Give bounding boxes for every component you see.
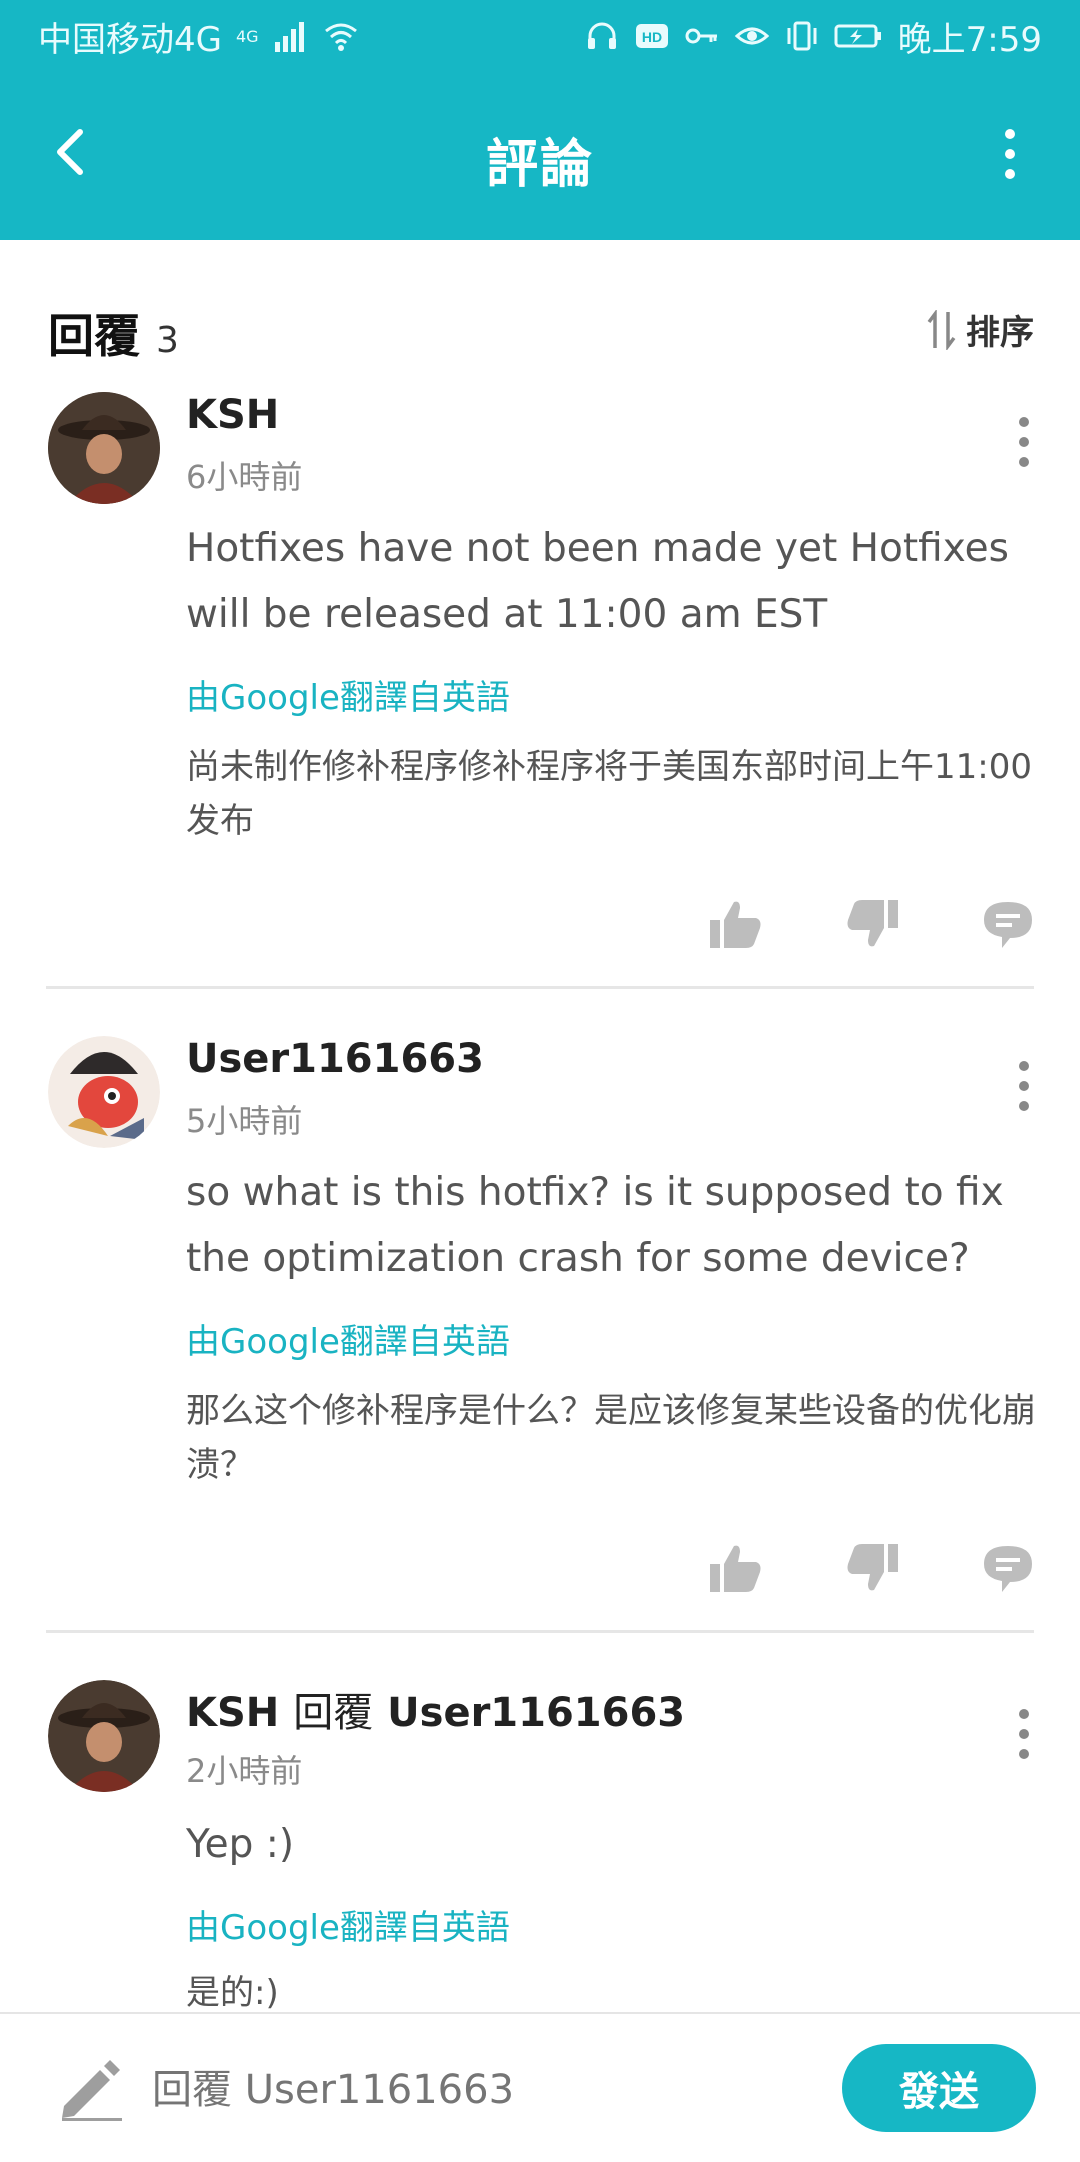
comment-text: Yep :) xyxy=(186,1822,295,1867)
translated-by-google-label[interactable]: 由Google翻譯自英語 xyxy=(186,1900,510,1949)
divider xyxy=(46,1630,1034,1633)
comment-actions xyxy=(708,898,1036,950)
reply-bar: 發送 xyxy=(0,2012,1080,2162)
hd-icon: HD xyxy=(635,24,668,48)
translated-by-google-label[interactable]: 由Google翻譯自英語 xyxy=(186,1314,510,1363)
status-bar: 中国移动4G 4G HD 晚上7:59 xyxy=(0,0,1080,72)
comment-reply-icon[interactable] xyxy=(980,898,1036,950)
carrier-label: 中国移动4G xyxy=(38,19,222,60)
status-time: 晚上7:59 xyxy=(897,19,1042,60)
thumbs-down-icon[interactable] xyxy=(844,898,900,950)
battery-icon xyxy=(834,24,881,48)
comment-more-icon[interactable] xyxy=(1016,1706,1032,1762)
replies-label: 回覆 xyxy=(48,309,140,363)
eye-icon xyxy=(734,27,769,45)
comment-text: so what is this hotfix? is it supposed t… xyxy=(186,1170,1004,1281)
signal-icon xyxy=(274,22,304,52)
thumbs-up-icon[interactable] xyxy=(708,898,764,950)
svg-text:HD: HD xyxy=(642,29,662,45)
wifi-icon xyxy=(324,23,357,51)
comment-time: 2小時前 xyxy=(186,1752,303,1790)
translated-by-google-label[interactable]: 由Google翻譯自英語 xyxy=(186,670,510,719)
thumbs-down-icon[interactable] xyxy=(844,1542,900,1594)
comment-actions xyxy=(708,1542,1036,1594)
sort-label: 排序 xyxy=(966,313,1034,353)
avatar[interactable] xyxy=(48,1680,160,1792)
divider xyxy=(46,986,1034,989)
comment-author[interactable]: KSH xyxy=(186,1690,279,1736)
page-title: 評論 xyxy=(485,135,594,195)
comment-author[interactable]: User1161663 xyxy=(186,1036,484,1082)
more-vert-icon[interactable] xyxy=(998,124,1022,184)
comment-time: 5小時前 xyxy=(186,1102,303,1140)
comment-more-icon[interactable] xyxy=(1016,414,1032,470)
comment-reply-icon[interactable] xyxy=(980,1542,1036,1594)
comment-translation: 那么这个修补程序是什么？是应该修复某些设备的优化崩溃？ xyxy=(186,1391,1036,1485)
key-icon xyxy=(685,28,717,44)
replies-count: 3 xyxy=(156,320,179,361)
vibrate-icon xyxy=(787,21,817,51)
avatar[interactable] xyxy=(48,1036,160,1148)
app-bar: 評論 xyxy=(0,72,1080,240)
send-button[interactable]: 發送 xyxy=(842,2044,1036,2132)
avatar[interactable] xyxy=(48,392,160,504)
comment-author-line: KSH 回覆 User1161663 xyxy=(186,1680,685,1738)
network-badge: 4G xyxy=(235,26,259,46)
sort-icon xyxy=(927,309,956,350)
comment-text: Hotfixes have not been made yet Hotfixes… xyxy=(186,526,1009,637)
comment-more-icon[interactable] xyxy=(1016,1058,1032,1114)
comment-time: 6小時前 xyxy=(186,458,303,496)
pencil-icon xyxy=(62,2060,122,2121)
comment-author[interactable]: KSH xyxy=(186,392,279,438)
sort-button[interactable]: 排序 xyxy=(926,305,1034,354)
reply-word: 回覆 xyxy=(293,1690,374,1736)
comment-translation: 尚未制作修补程序修补程序将于美国东部时间上午11:00发布 xyxy=(186,747,1032,841)
thumbs-up-icon[interactable] xyxy=(708,1542,764,1594)
reply-to-user[interactable]: User1161663 xyxy=(387,1690,685,1736)
reply-input[interactable] xyxy=(150,2054,794,2126)
replies-header: 回覆 3 xyxy=(48,300,179,366)
headphones-icon xyxy=(587,22,616,49)
